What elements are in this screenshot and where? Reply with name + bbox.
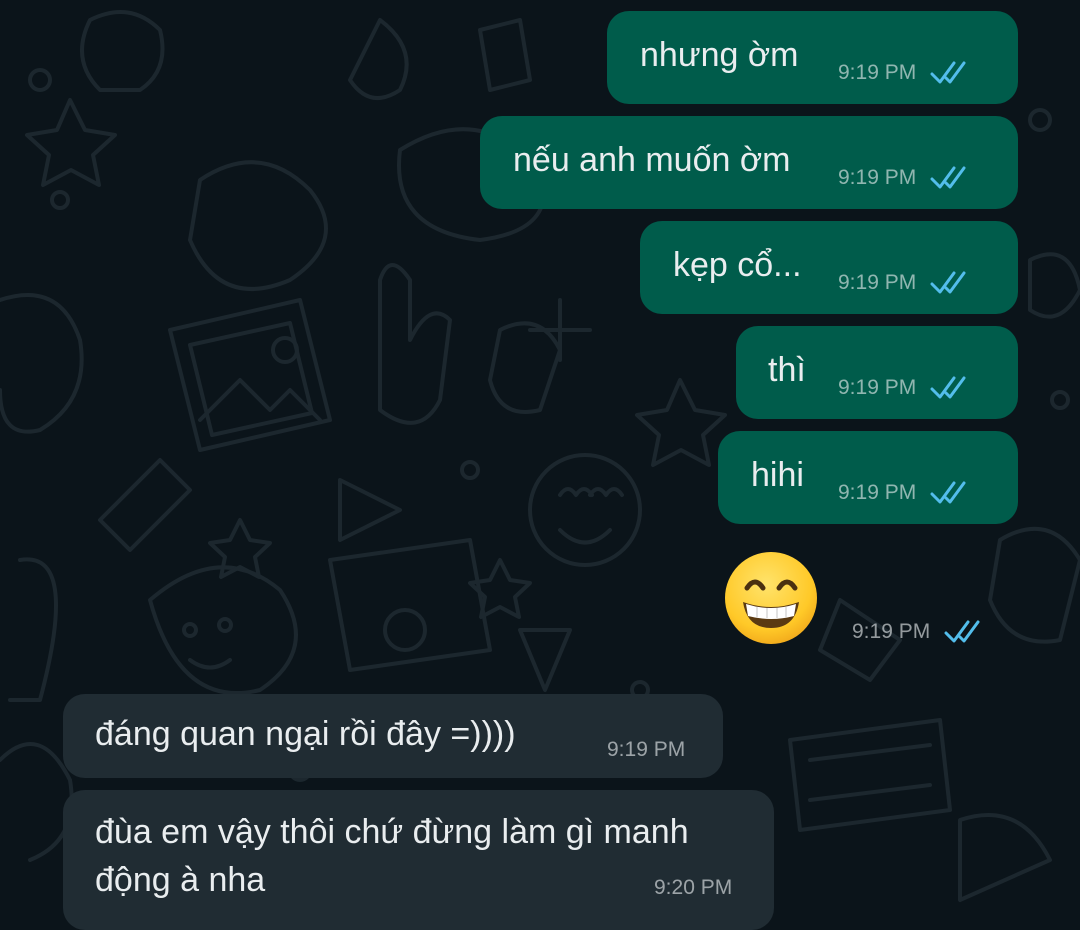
message-bubble-outgoing[interactable]: nhưng ờm 9:19 PM bbox=[607, 11, 1018, 104]
message-bubble-incoming[interactable]: đùa em vậy thôi chứ đừng làm gì manh độn… bbox=[63, 790, 774, 930]
double-check-icon bbox=[930, 481, 966, 504]
message-text: kẹp cổ... bbox=[673, 246, 802, 284]
message-bubble-outgoing[interactable]: kẹp cổ... 9:19 PM bbox=[640, 221, 1018, 314]
message-time: 9:19 PM bbox=[838, 166, 917, 189]
message-text: thì bbox=[768, 351, 806, 389]
double-check-icon bbox=[930, 166, 966, 189]
message-text: đùa em vậy thôi chứ đừng làm gì manh độn… bbox=[95, 813, 689, 899]
message-time: 9:19 PM bbox=[838, 481, 917, 504]
message-time: 9:19 PM bbox=[838, 271, 917, 294]
message-time: 9:19 PM bbox=[838, 376, 917, 399]
message-meta: 9:19 PM bbox=[838, 481, 974, 505]
message-meta: 9:19 PM bbox=[852, 620, 988, 644]
message-text: nếu anh muốn ờm bbox=[513, 141, 791, 179]
message-meta: 9:19 PM bbox=[838, 166, 974, 190]
message-meta: 9:19 PM bbox=[838, 271, 974, 295]
message-text: đáng quan ngại rồi đây =)))) bbox=[95, 715, 516, 753]
grinning-face-emoji[interactable] bbox=[723, 550, 819, 646]
message-time: 9:19 PM bbox=[852, 620, 931, 643]
message-time: 9:19 PM bbox=[838, 61, 917, 84]
double-check-icon bbox=[944, 620, 980, 643]
message-meta: 9:19 PM bbox=[838, 61, 974, 85]
message-meta: 9:19 PM bbox=[838, 376, 974, 400]
message-bubble-outgoing[interactable]: thì 9:19 PM bbox=[736, 326, 1018, 419]
message-bubble-outgoing[interactable]: nếu anh muốn ờm 9:19 PM bbox=[480, 116, 1018, 209]
message-time: 9:20 PM bbox=[654, 876, 733, 899]
message-bubble-incoming[interactable]: đáng quan ngại rồi đây =)))) 9:19 PM bbox=[63, 694, 723, 778]
double-check-icon bbox=[930, 61, 966, 84]
message-text: nhưng ờm bbox=[640, 36, 799, 74]
message-time: 9:19 PM bbox=[607, 738, 686, 761]
message-text: hihi bbox=[751, 456, 804, 494]
chat-messages[interactable]: nhưng ờm 9:19 PM nếu anh muốn ờm 9:19 PM… bbox=[0, 0, 1080, 930]
double-check-icon bbox=[930, 376, 966, 399]
double-check-icon bbox=[930, 271, 966, 294]
message-bubble-outgoing[interactable]: hihi 9:19 PM bbox=[718, 431, 1018, 524]
